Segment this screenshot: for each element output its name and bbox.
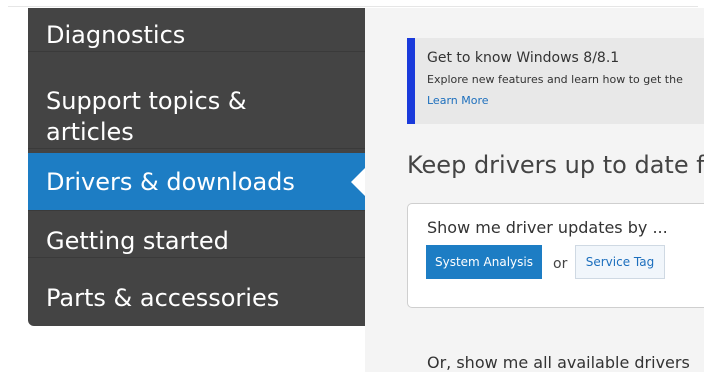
sidebar-item-label-line2: articles [46,118,134,146]
all-drivers-text: Or, show me all available drivers [427,353,690,372]
sidebar-item-diagnostics[interactable]: Diagnostics [28,20,365,52]
promo-text: Explore new features and learn how to ge… [427,73,683,86]
panel-label: Show me driver updates by ... [427,218,668,237]
system-analysis-button[interactable]: System Analysis [426,245,542,279]
sidebar-item-label: Parts & accessories [46,284,280,312]
promo-title: Get to know Windows 8/8.1 [427,50,620,66]
sidebar-item-label: Diagnostics [46,21,186,49]
top-divider [8,6,698,7]
sidebar-item-label: Drivers & downloads [46,168,295,196]
page-heading: Keep drivers up to date fo [407,151,704,179]
sidebar-item-support-topics[interactable]: Support topics & articles [28,86,365,149]
windows-promo-banner: Get to know Windows 8/8.1 Explore new fe… [407,38,704,124]
sidebar-item-label-line1: Support topics & [46,87,247,115]
learn-more-link[interactable]: Learn More [427,94,489,107]
driver-updates-panel: Show me driver updates by ... System Ana… [407,203,704,308]
sidebar-item-drivers-downloads[interactable]: Drivers & downloads [28,153,365,211]
service-tag-button[interactable]: Service Tag [575,245,665,279]
sidebar-item-getting-started[interactable]: Getting started [28,226,365,258]
main-content: Get to know Windows 8/8.1 Explore new fe… [365,8,704,372]
sidebar-item-parts-accessories[interactable]: Parts & accessories [28,283,365,314]
sidebar-item-label: Getting started [46,227,229,255]
or-label: or [553,256,568,272]
sidebar-nav: Diagnostics Support topics & articles Dr… [28,8,365,326]
